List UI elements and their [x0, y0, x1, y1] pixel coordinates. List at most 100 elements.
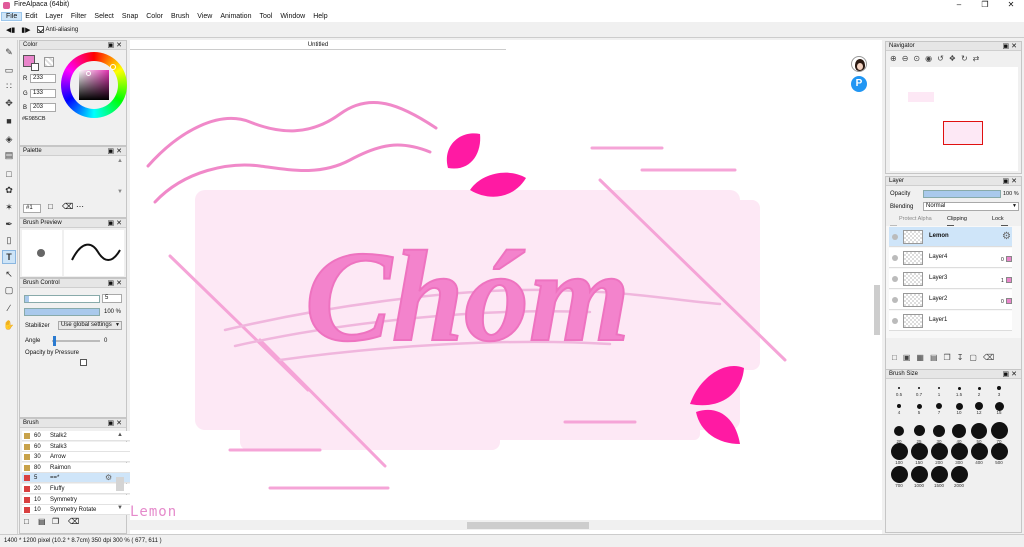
panel-buttons[interactable]: ▣✕ [1003, 177, 1019, 186]
layer-visibility-icon[interactable] [892, 234, 898, 240]
clear-layer-icon[interactable]: ▢ [969, 353, 977, 363]
brush-size-preset[interactable]: 50 [969, 422, 989, 444]
brush-opacity-slider[interactable] [24, 308, 100, 316]
brush-delete-icon[interactable]: ⌫ [68, 517, 79, 526]
brush-size-preset[interactable]: 4 [889, 402, 909, 415]
brush-size-preset[interactable]: 700 [889, 466, 909, 488]
brush-list-item[interactable]: 10 Symmetry Rotate [22, 505, 132, 516]
layer-row[interactable]: Layer2 0 [889, 290, 1012, 310]
delete-layer-icon[interactable]: ⌫ [983, 353, 994, 363]
magic-wand-icon[interactable]: ✶ [3, 201, 15, 213]
menu-edit[interactable]: Edit [21, 13, 41, 20]
layer-row[interactable]: Lemon ⚙ [889, 227, 1012, 247]
brush-size-slider[interactable] [24, 295, 100, 303]
brush-folder-icon[interactable]: ▤ [38, 517, 46, 526]
menu-window[interactable]: Window [276, 13, 309, 20]
new-folder-icon[interactable]: ▤ [930, 353, 938, 363]
menu-animation[interactable]: Animation [216, 13, 255, 20]
brush-scroll-thumb[interactable] [116, 477, 124, 491]
g-input[interactable]: 133 [30, 89, 56, 98]
palette-area[interactable] [22, 158, 122, 200]
minimize-button[interactable]: – [946, 0, 972, 10]
select-icon[interactable]: □ [3, 168, 15, 180]
brush-size-preset[interactable]: 20 [889, 422, 909, 444]
picsart-icon[interactable]: P [851, 76, 867, 92]
brush-size-preset[interactable]: 1500 [929, 466, 949, 488]
brush-size-preset[interactable]: 100 [889, 443, 909, 465]
blending-chevron-down-icon[interactable]: ▼ [1012, 203, 1017, 209]
pen-icon[interactable]: ✎ [3, 46, 15, 58]
bucket-icon[interactable]: ◈ [3, 133, 15, 145]
close-button[interactable]: ✕ [998, 0, 1024, 10]
layer-row[interactable]: Layer4 0 [889, 248, 1012, 268]
brush-copy-icon[interactable]: ❐ [52, 517, 59, 526]
stabilizer-chevron-down-icon[interactable]: ▼ [115, 322, 120, 328]
eraser-icon[interactable]: ▭ [3, 64, 15, 76]
brush-size-preset[interactable]: 30 [929, 422, 949, 444]
anti-aliasing-checkbox[interactable] [36, 26, 44, 33]
layer-row[interactable]: Layer1 [889, 311, 1012, 331]
layer-visibility-icon[interactable] [892, 276, 898, 282]
brush-list-item[interactable]: 60 Stalk3 [22, 441, 132, 452]
brush-size-preset[interactable]: 1.5 [949, 384, 969, 397]
brush-size-preset[interactable]: 500 [989, 443, 1009, 465]
zoom-out-icon[interactable]: ⊖ [902, 54, 909, 66]
secondary-color-swatch[interactable] [31, 63, 39, 71]
lasso-icon[interactable]: ✿ [3, 184, 15, 196]
brush-list-item[interactable]: 60 Stalk2 [22, 431, 132, 441]
layer-settings-gear-icon[interactable]: ⚙ [1002, 231, 1011, 242]
panel-buttons[interactable]: ▣✕ [1003, 370, 1019, 379]
opacity-pressure-checkbox[interactable] [80, 359, 87, 366]
brush-size-preset[interactable]: 25 [909, 422, 929, 444]
brush-size-preset[interactable]: 40 [949, 422, 969, 444]
rotate-left-icon[interactable]: ↺ [937, 54, 944, 66]
brush-size-preset[interactable]: 300 [949, 443, 969, 465]
brush-size-preset[interactable]: 70 [989, 422, 1009, 444]
brush-size-preset[interactable]: 400 [969, 443, 989, 465]
avatar[interactable] [851, 56, 867, 72]
palette-scroll-down-icon[interactable]: ▼ [117, 189, 123, 195]
brush-add-icon[interactable]: □ [24, 517, 29, 526]
layer-visibility-icon[interactable] [892, 318, 898, 324]
brush-size-preset[interactable]: 0.5 [889, 384, 909, 397]
navigator-preview[interactable] [890, 67, 1018, 171]
next-frame-icon[interactable]: ▮▶ [21, 26, 30, 34]
layer-visibility-icon[interactable] [892, 297, 898, 303]
new-8bit-layer-icon[interactable]: ▣ [903, 353, 911, 363]
artwork[interactable]: Chóm Lemon [130, 50, 882, 520]
brush-size-preset[interactable]: 15 [989, 401, 1009, 415]
select-pen-icon[interactable]: ✒ [3, 218, 15, 230]
brush-size-preset[interactable]: 3 [989, 384, 1009, 397]
menu-view[interactable]: View [193, 13, 216, 20]
merge-down-icon[interactable]: ↧ [957, 353, 964, 363]
eyedropper-icon[interactable]: ∕ [3, 302, 15, 314]
hand-icon[interactable]: ✋ [3, 319, 15, 331]
palette-delete-icon[interactable]: ⌫ [62, 202, 73, 211]
prev-frame-icon[interactable]: ◀▮ [6, 26, 15, 34]
menu-color[interactable]: Color [142, 13, 167, 20]
gradient-icon[interactable]: ▤ [3, 149, 15, 161]
menu-snap[interactable]: Snap [118, 13, 142, 20]
sv-marker[interactable] [86, 71, 91, 76]
menu-brush[interactable]: Brush [167, 13, 193, 20]
menu-select[interactable]: Select [90, 13, 117, 20]
palette-add-icon[interactable]: □ [48, 202, 53, 211]
r-input[interactable]: 233 [30, 74, 56, 83]
menu-layer[interactable]: Layer [41, 13, 67, 20]
new-layer-icon[interactable]: □ [892, 353, 897, 363]
brush-size-preset[interactable]: 12 [969, 402, 989, 415]
brush-size-preset[interactable]: 200 [929, 443, 949, 465]
divide-icon[interactable]: ▢ [3, 284, 15, 296]
brush-size-input[interactable]: 5 [102, 294, 122, 303]
canvas-horizontal-scroll-thumb[interactable] [467, 522, 589, 529]
palette-scroll-up-icon[interactable]: ▲ [117, 158, 123, 164]
operation-icon[interactable]: ↖ [3, 268, 15, 280]
fill-rect-icon[interactable]: ■ [3, 115, 15, 127]
panel-buttons[interactable]: ▣✕ [108, 279, 124, 288]
brush-settings-gear-icon[interactable]: ⚙ [105, 473, 112, 483]
brush-size-preset[interactable]: 10 [949, 402, 969, 415]
rotate-right-icon[interactable]: ↻ [961, 54, 968, 66]
reset-rotation-icon[interactable]: ❖ [949, 54, 956, 66]
panel-buttons[interactable]: ▣✕ [108, 41, 124, 50]
brush-size-preset[interactable]: 2000 [949, 466, 969, 488]
